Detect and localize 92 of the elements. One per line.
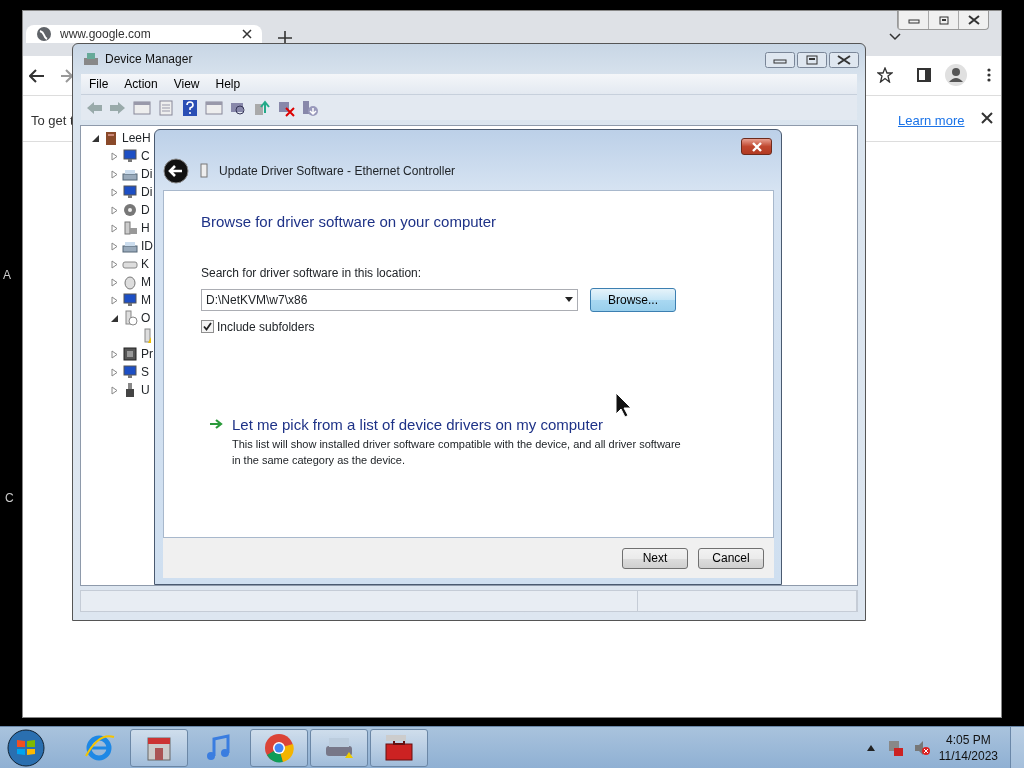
pick-from-list-link[interactable]: Let me pick from a list of device drivers on my computer <box>232 413 702 436</box>
location-combobox[interactable]: D:\NetKVM\w7\x86 <box>201 288 578 311</box>
tab-title: www.google.com <box>60 26 152 43</box>
tree-item[interactable]: M <box>141 291 151 309</box>
menu-icon[interactable] <box>987 68 991 82</box>
device-icon <box>199 163 209 179</box>
tree-item[interactable]: C <box>141 147 150 165</box>
tree-item[interactable]: O <box>141 309 151 327</box>
close-icon[interactable] <box>242 29 252 39</box>
desktop-label: C <box>5 490 14 507</box>
expanded-arrow-icon[interactable] <box>110 313 119 323</box>
dialog-button[interactable]: Cancel <box>698 547 764 569</box>
collapsed-arrow-icon[interactable] <box>110 367 119 377</box>
tree-item[interactable]: D <box>141 201 150 219</box>
tree-item[interactable]: M <box>141 273 151 291</box>
dialog-button[interactable]: Next <box>622 547 688 569</box>
close-button[interactable] <box>741 138 772 155</box>
arrow-icon <box>209 417 223 430</box>
collapsed-arrow-icon[interactable] <box>110 295 119 305</box>
checkbox[interactable] <box>201 320 214 333</box>
close-icon[interactable] <box>981 112 993 124</box>
monitor-icon[interactable] <box>122 184 138 200</box>
back-button[interactable] <box>163 158 189 184</box>
browser-icon[interactable] <box>263 731 295 764</box>
tree-item[interactable]: U <box>141 381 150 399</box>
tree-item[interactable]: Pr <box>141 345 153 363</box>
tree-item[interactable]: Di <box>141 165 153 183</box>
tree-item[interactable]: LeeH <box>122 129 151 147</box>
menu-item[interactable]: File <box>81 75 117 93</box>
tree-item[interactable]: K <box>141 255 149 273</box>
new-tab-icon[interactable] <box>278 31 292 45</box>
checkbox-label: Include subfolders <box>217 318 315 336</box>
browser-tab[interactable]: www.google.com <box>26 25 262 43</box>
show-hidden-icon[interactable] <box>866 744 875 751</box>
collapsed-arrow-icon[interactable] <box>110 259 119 269</box>
disc-drive-icon[interactable] <box>122 202 138 218</box>
show-desktop-button[interactable] <box>1010 726 1024 768</box>
dropdown-arrow-icon[interactable] <box>565 297 573 302</box>
device-icon[interactable] <box>122 220 138 236</box>
computer-icon <box>83 51 99 67</box>
collapsed-arrow-icon[interactable] <box>110 205 119 215</box>
collapsed-arrow-icon[interactable] <box>110 187 119 197</box>
menu-item[interactable]: View <box>165 75 208 93</box>
tree-item[interactable]: ID <box>141 237 153 255</box>
learn-more-link[interactable]: Learn more <box>898 111 965 131</box>
collapsed-arrow-icon[interactable] <box>110 241 119 251</box>
clock-date: 11/14/2023 <box>938 747 998 764</box>
monitor-icon[interactable] <box>122 148 138 164</box>
collapsed-arrow-icon[interactable] <box>110 385 119 395</box>
collapsed-arrow-icon[interactable] <box>110 349 119 359</box>
dialog-title: Update Driver Software - Ethernet Controller <box>219 163 456 180</box>
expanded-arrow-icon[interactable] <box>91 133 100 143</box>
clock-time: 4:05 PM <box>945 731 992 748</box>
globe-icon <box>36 26 52 42</box>
window-icon[interactable] <box>205 98 223 117</box>
restore-icon[interactable] <box>936 14 951 26</box>
collapsed-arrow-icon[interactable] <box>110 277 119 287</box>
computer-icon[interactable] <box>103 130 119 146</box>
window-title: Device Manager <box>105 51 193 68</box>
collapsed-arrow-icon[interactable] <box>110 223 119 233</box>
menu-item[interactable]: Action <box>116 75 166 93</box>
forward-arrow-icon[interactable] <box>61 69 73 83</box>
field-label: Search for driver software in this location: <box>201 264 423 282</box>
window-icon[interactable] <box>133 98 151 117</box>
browse-button[interactable]: Browse... <box>590 287 676 312</box>
close-icon[interactable] <box>829 52 859 68</box>
avatar-icon[interactable] <box>945 64 967 86</box>
tree-item[interactable]: H <box>141 219 150 237</box>
page-heading: Browse for driver software on your computer <box>201 212 498 232</box>
tree-item[interactable]: Di <box>141 183 153 201</box>
collapsed-arrow-icon[interactable] <box>110 151 119 161</box>
help-icon[interactable] <box>181 98 199 117</box>
network-icon[interactable] <box>886 738 905 757</box>
close-icon[interactable] <box>966 14 981 26</box>
chip-icon[interactable] <box>122 346 138 362</box>
monitor-icon[interactable] <box>122 292 138 308</box>
start-button[interactable] <box>6 727 46 768</box>
chevron-icon[interactable] <box>889 33 901 41</box>
enable-icon[interactable] <box>301 98 319 117</box>
close-icon <box>750 141 763 152</box>
monitor-icon[interactable] <box>122 364 138 380</box>
collapsed-arrow-icon[interactable] <box>110 169 119 179</box>
menu-item[interactable]: Help <box>207 75 249 93</box>
update-icon[interactable] <box>253 98 271 117</box>
back-arrow-icon[interactable] <box>29 69 45 83</box>
side-panel-icon[interactable] <box>917 68 931 82</box>
tree-item[interactable]: S <box>141 363 149 381</box>
combobox-value: D:\NetKVM\w7\x86 <box>206 291 308 309</box>
star-icon[interactable] <box>877 67 893 83</box>
restore-icon[interactable] <box>797 52 827 68</box>
desktop-label: A <box>3 267 11 284</box>
option-description: This list will show installed driver software compatible with the device, and all driver software in the same category as the device. <box>232 437 682 468</box>
